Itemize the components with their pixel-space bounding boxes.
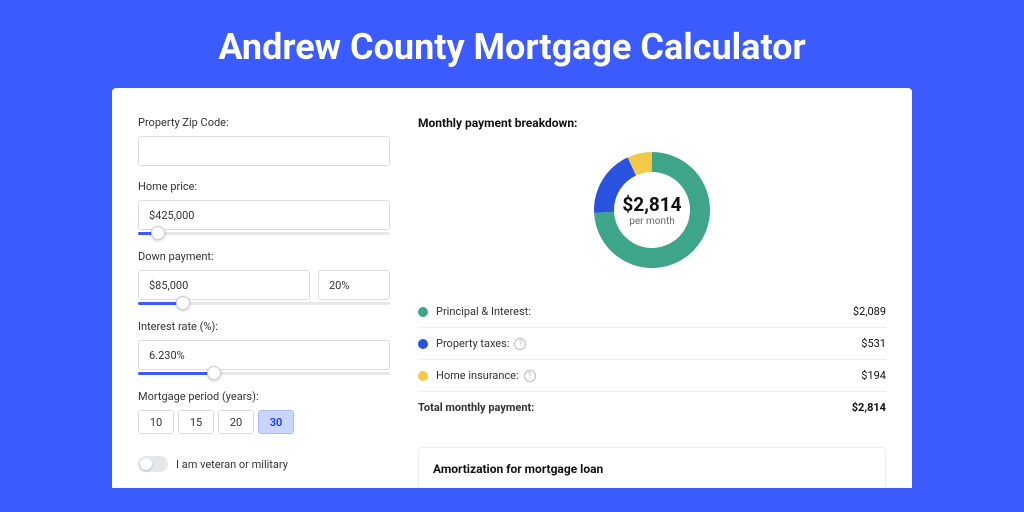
period-buttons: 10 15 20 30 (138, 410, 390, 434)
page-title: Andrew County Mortgage Calculator (0, 0, 1024, 88)
legend-value: $531 (861, 337, 886, 350)
interest-rate-slider[interactable] (138, 372, 390, 376)
down-payment-input[interactable] (138, 270, 310, 300)
period-btn-10[interactable]: 10 (138, 410, 174, 434)
legend-value: $194 (861, 369, 886, 382)
calculator-card: Property Zip Code: Home price: Down paym… (112, 88, 912, 488)
zip-label: Property Zip Code: (138, 116, 390, 129)
donut-sublabel: per month (629, 216, 675, 227)
total-label: Total monthly payment: (418, 401, 534, 414)
legend-row: Principal & Interest: $2,089 (418, 296, 886, 328)
veteran-toggle[interactable] (138, 456, 168, 472)
amortization-card: Amortization for mortgage loan Amortizat… (418, 447, 886, 488)
legend-dot (418, 371, 428, 381)
total-value: $2,814 (852, 401, 886, 414)
period-btn-20[interactable]: 20 (218, 410, 254, 434)
down-payment-pct-input[interactable] (318, 270, 390, 300)
zip-input[interactable] (138, 136, 390, 166)
amortization-text: Amortization for a mortgage loan refers … (433, 486, 871, 488)
breakdown-panel: Monthly payment breakdown: $2,814 per mo… (418, 116, 886, 460)
home-price-slider[interactable] (138, 232, 390, 236)
veteran-label: I am veteran or military (176, 458, 288, 471)
home-price-input[interactable] (138, 200, 390, 230)
legend-dot (418, 339, 428, 349)
info-icon[interactable]: ? (514, 338, 526, 350)
legend-row: Property taxes:? $531 (418, 328, 886, 360)
info-icon[interactable]: ? (524, 370, 536, 382)
amortization-title: Amortization for mortgage loan (433, 462, 871, 476)
period-btn-15[interactable]: 15 (178, 410, 214, 434)
legend-label: Property taxes: (436, 337, 509, 350)
legend-label: Home insurance: (436, 369, 519, 382)
legend-row: Home insurance:? $194 (418, 360, 886, 392)
legend-dot (418, 307, 428, 317)
breakdown-title: Monthly payment breakdown: (418, 116, 886, 130)
down-payment-slider[interactable] (138, 302, 390, 306)
interest-rate-label: Interest rate (%): (138, 320, 390, 333)
period-label: Mortgage period (years): (138, 390, 390, 403)
donut-chart: $2,814 per month (586, 144, 718, 276)
form-panel: Property Zip Code: Home price: Down paym… (138, 116, 390, 460)
down-payment-label: Down payment: (138, 250, 390, 263)
legend-value: $2,089 (853, 305, 886, 318)
home-price-label: Home price: (138, 180, 390, 193)
interest-rate-input[interactable] (138, 340, 390, 370)
donut-value: $2,814 (622, 193, 681, 216)
period-btn-30[interactable]: 30 (258, 410, 294, 434)
legend-label: Principal & Interest: (436, 305, 531, 318)
